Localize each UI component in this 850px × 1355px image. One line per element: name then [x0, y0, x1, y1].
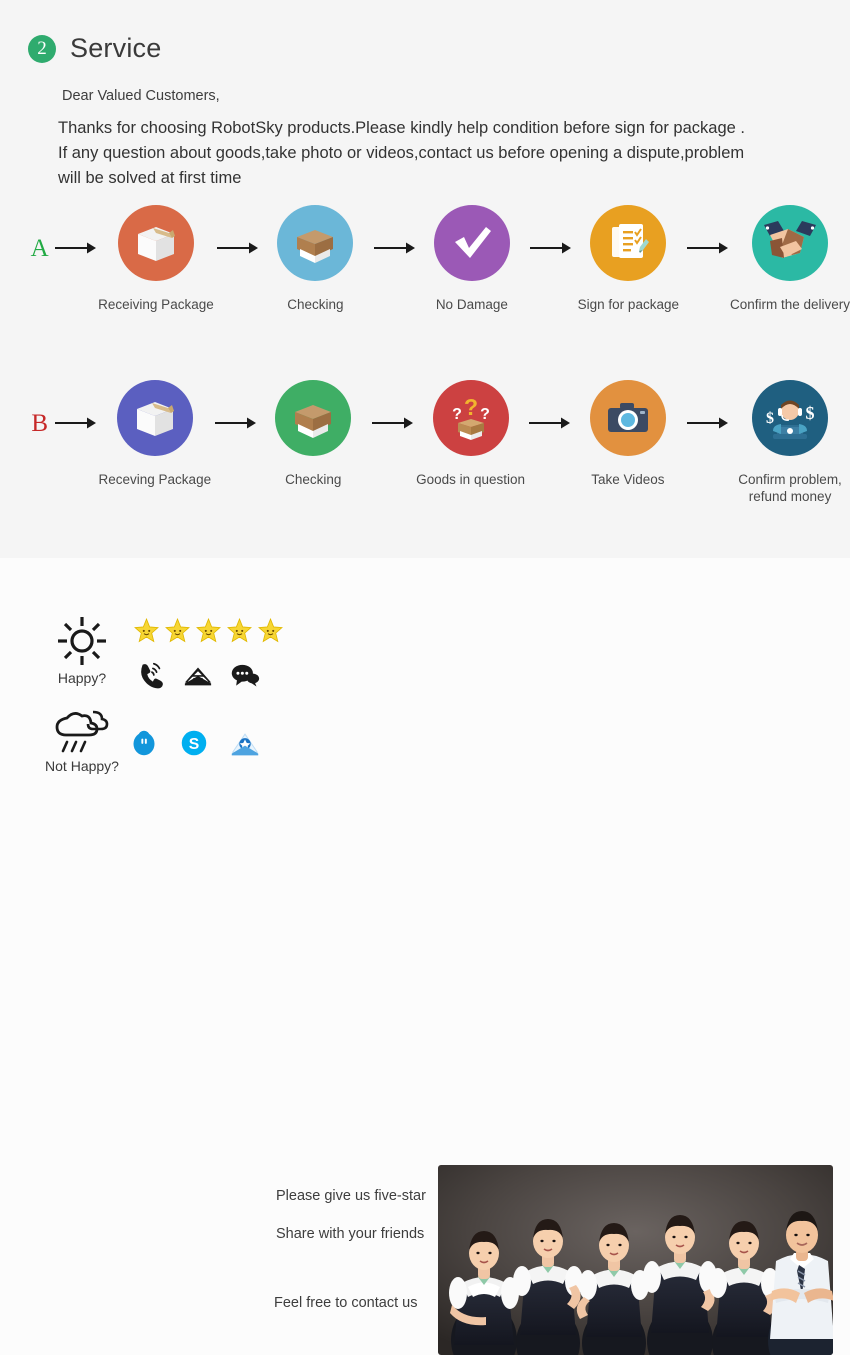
- row-label-b: B: [31, 410, 49, 437]
- paragraph-line-3: will be solved at first time: [58, 169, 242, 187]
- flow-step-label: Checking: [287, 297, 344, 312]
- open-box-icon: [275, 380, 352, 456]
- flow-step-label: Checking: [285, 472, 342, 487]
- qq-icon[interactable]: [130, 729, 158, 757]
- flow-step-label: Receving Package: [98, 472, 212, 487]
- happy-label: Happy?: [57, 670, 107, 686]
- mail-blue-icon[interactable]: [230, 728, 260, 758]
- mood-unhappy-block: Not Happy?: [36, 706, 128, 774]
- flow-step-label: Goods in question: [416, 472, 525, 487]
- svg-text:?: ?: [480, 406, 490, 423]
- open-box-icon: [277, 205, 354, 281]
- envelope-icon[interactable]: [183, 660, 213, 690]
- arrow-icon: [211, 416, 258, 430]
- flow-step[interactable]: Checking: [261, 205, 371, 313]
- flow-row-a: A Receiving Package Checking No Damage S…: [0, 205, 850, 345]
- flow-step-label: Confirm the delivery: [729, 297, 850, 312]
- arrow-icon: [52, 416, 99, 430]
- flow-step-label: No Damage: [435, 297, 508, 312]
- phone-ring-icon[interactable]: [136, 660, 166, 690]
- skype-icon[interactable]: S: [180, 729, 208, 757]
- greeting-text: Dear Valued Customers,: [62, 88, 220, 104]
- flow-step[interactable]: Receiving Package: [98, 205, 214, 313]
- question-box-icon: ? ? ?: [432, 380, 509, 456]
- flow-step-label: Sign for package: [577, 297, 679, 312]
- svg-text:S: S: [189, 736, 200, 753]
- service-section: 2 Service Dear Valued Customers, Thanks …: [0, 0, 850, 558]
- contact-methods-row-1[interactable]: [136, 660, 260, 690]
- page-title: Service: [70, 33, 162, 63]
- flow-step[interactable]: Confirm the delivery: [730, 205, 850, 313]
- five-star-text: Please give us five-star: [276, 1188, 426, 1204]
- flow-step[interactable]: Receving Package: [98, 380, 212, 488]
- share-text: Share with your friends: [276, 1226, 425, 1242]
- star-icon: [134, 618, 159, 643]
- service-header: 2 Service: [28, 33, 161, 64]
- arrow-icon: [526, 416, 573, 430]
- rain-cloud-icon: [55, 710, 109, 753]
- flow-step-label: Receiving Package: [98, 297, 214, 312]
- arrow-icon: [683, 416, 730, 430]
- star-icon: [258, 618, 283, 643]
- flow-step[interactable]: ? ? ? Goods in question: [415, 380, 525, 488]
- support-agent-icon: $ $: [752, 380, 829, 456]
- svg-text:$: $: [806, 403, 815, 423]
- flow-step-label: Take Videos: [591, 472, 665, 487]
- row-label-a: A: [30, 235, 49, 262]
- flow-step[interactable]: $ $ Confirm problem, refund money: [730, 380, 850, 505]
- arrow-icon: [370, 241, 417, 255]
- flow-step[interactable]: Take Videos: [573, 380, 683, 488]
- mood-happy-block: Happy?: [36, 614, 128, 686]
- contact-methods-row-2[interactable]: S: [130, 728, 260, 758]
- flow-step-label: Confirm problem, refund money: [738, 472, 842, 504]
- contact-text: Feel free to contact us: [274, 1295, 418, 1311]
- star-icon: [196, 618, 221, 643]
- star-rating[interactable]: [134, 618, 283, 643]
- camera-icon: [589, 380, 666, 456]
- section-number-badge: 2: [28, 34, 56, 63]
- flow-step[interactable]: Checking: [258, 380, 368, 488]
- checkmark-icon: [433, 205, 510, 281]
- star-icon: [227, 618, 252, 643]
- star-icon: [165, 618, 190, 643]
- handshake-icon: [751, 205, 828, 281]
- svg-text:$: $: [766, 410, 774, 427]
- chat-bubble-icon[interactable]: [230, 660, 260, 690]
- arrow-icon: [683, 241, 730, 255]
- white-box-icon: [116, 380, 193, 456]
- arrow-icon: [51, 241, 98, 255]
- sun-icon: [58, 617, 106, 665]
- white-box-icon: [117, 205, 194, 281]
- svg-text:?: ?: [452, 406, 462, 423]
- arrow-icon: [368, 416, 415, 430]
- contact-section: Happy? Not Happy? S Please give us five-…: [0, 558, 850, 1355]
- svg-text:?: ?: [464, 394, 478, 420]
- clipboard-pen-icon: [590, 205, 667, 281]
- flow-step[interactable]: Sign for package: [573, 205, 683, 313]
- not-happy-label: Not Happy?: [45, 758, 119, 774]
- arrow-icon: [527, 241, 574, 255]
- service-paragraph: Thanks for choosing RobotSky products.Pl…: [58, 116, 848, 191]
- flow-row-b: B Receving Package Checking ? ? ? Goods …: [0, 380, 850, 520]
- paragraph-line-2: If any question about goods,take photo o…: [58, 144, 745, 162]
- arrow-icon: [214, 241, 261, 255]
- flow-step[interactable]: No Damage: [417, 205, 527, 313]
- customer-service-team-photo: [438, 1165, 833, 1355]
- paragraph-line-1: Thanks for choosing RobotSky products.Pl…: [58, 119, 745, 137]
